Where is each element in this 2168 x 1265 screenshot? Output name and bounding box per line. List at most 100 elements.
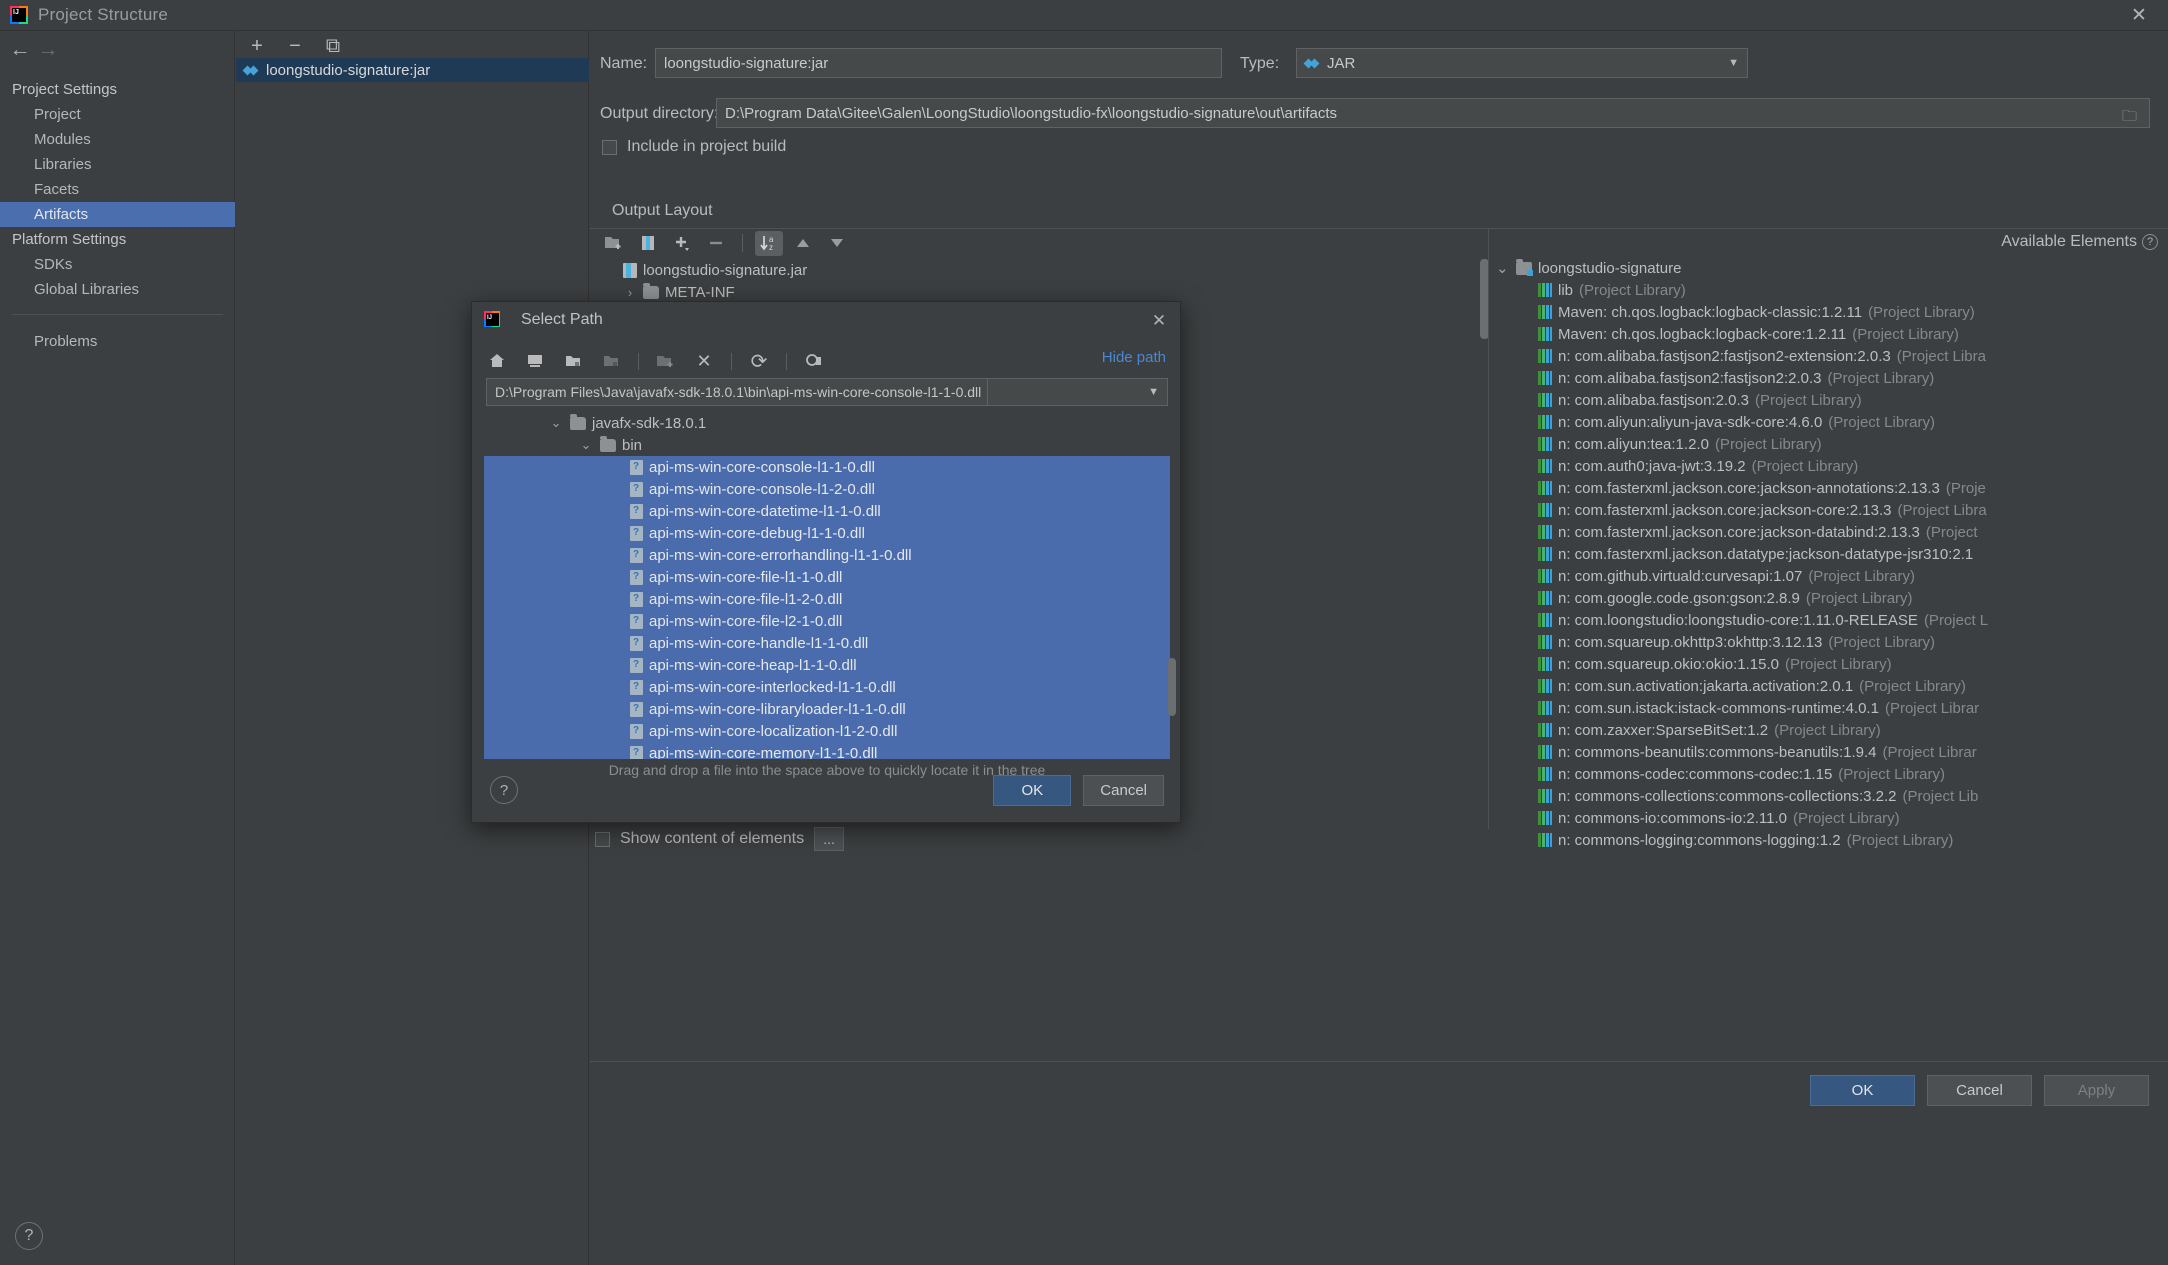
available-element-node[interactable]: n: commons-io:commons-io:2.11.0 (Project… [1490, 807, 2168, 829]
help-icon[interactable]: ? [2142, 234, 2158, 250]
available-element-node[interactable]: n: com.github.virtuald:curvesapi:1.07 (P… [1490, 565, 2168, 587]
browse-folder-icon[interactable]: 🗀 [2122, 106, 2141, 125]
sidebar-item-facets[interactable]: Facets [0, 177, 235, 202]
toolbar-divider [638, 352, 639, 370]
show-content-checkbox[interactable] [595, 831, 610, 847]
available-element-node[interactable]: lib (Project Library) [1490, 279, 2168, 301]
chevron-down-icon[interactable]: ⌄ [578, 437, 594, 453]
available-element-node[interactable]: n: com.alibaba.fastjson2:fastjson2-exten… [1490, 345, 2168, 367]
chevron-down-icon[interactable]: ⌄ [548, 415, 564, 431]
sidebar-item-sdks[interactable]: SDKs [0, 252, 235, 277]
sidebar-item-problems[interactable]: Problems [0, 329, 235, 354]
path-tree-node[interactable]: api-ms-win-core-heap-l1-1-0.dll [484, 654, 1170, 676]
chevron-right-icon[interactable]: › [623, 285, 637, 300]
available-element-node[interactable]: n: commons-logging:commons-logging:1.2 (… [1490, 829, 2168, 849]
move-down-button[interactable] [823, 231, 851, 256]
available-element-node[interactable]: n: commons-collections:commons-collectio… [1490, 785, 2168, 807]
project-folder-icon[interactable] [560, 348, 586, 374]
show-content-options-button[interactable]: ... [814, 827, 845, 851]
available-element-node[interactable]: Maven: ch.qos.logback:logback-core:1.2.1… [1490, 323, 2168, 345]
include-in-build-checkbox[interactable] [602, 139, 617, 155]
move-up-button[interactable] [789, 231, 817, 256]
available-element-node[interactable]: n: commons-codec:commons-codec:1.15 (Pro… [1490, 763, 2168, 785]
output-directory-input[interactable]: D:\Program Data\Gitee\Galen\LoongStudio\… [716, 98, 2150, 128]
available-element-node[interactable]: n: com.sun.istack:istack-commons-runtime… [1490, 697, 2168, 719]
sidebar-item-modules[interactable]: Modules [0, 127, 235, 152]
path-tree-node[interactable]: api-ms-win-core-localization-l1-2-0.dll [484, 720, 1170, 742]
sidebar-item-artifacts[interactable]: Artifacts [0, 202, 235, 227]
path-tree-node[interactable]: api-ms-win-core-file-l1-1-0.dll [484, 566, 1170, 588]
available-element-node[interactable]: n: com.fasterxml.jackson.core:jackson-an… [1490, 477, 2168, 499]
remove-artifact-button[interactable]: − [282, 33, 308, 59]
available-element-node[interactable]: n: com.fasterxml.jackson.core:jackson-co… [1490, 499, 2168, 521]
help-button[interactable]: ? [490, 776, 518, 804]
path-tree-node[interactable]: api-ms-win-core-console-l1-1-0.dll [484, 456, 1170, 478]
cancel-button[interactable]: Cancel [1083, 775, 1164, 806]
forward-arrow-icon[interactable]: → [34, 39, 62, 61]
available-element-node[interactable]: n: com.alibaba.fastjson:2.0.3 (Project L… [1490, 389, 2168, 411]
path-tree-node[interactable]: api-ms-win-core-file-l2-1-0.dll [484, 610, 1170, 632]
available-element-node[interactable]: n: com.squareup.okio:okio:1.15.0 (Projec… [1490, 653, 2168, 675]
close-icon[interactable]: ✕ [1148, 310, 1170, 332]
path-tree-node[interactable]: api-ms-win-core-errorhandling-l1-1-0.dll [484, 544, 1170, 566]
desktop-icon[interactable] [522, 348, 548, 374]
path-tree-node[interactable]: api-ms-win-core-libraryloader-l1-1-0.dll [484, 698, 1170, 720]
type-select[interactable]: JAR ▼ [1296, 48, 1748, 78]
window-close-icon[interactable]: ✕ [2110, 0, 2168, 31]
help-button[interactable]: ? [15, 1222, 43, 1250]
hide-path-link[interactable]: Hide path [1102, 349, 1166, 366]
path-tree-node[interactable]: api-ms-win-core-memory-l1-1-0.dll [484, 742, 1170, 759]
sidebar-item-project[interactable]: Project [0, 102, 235, 127]
available-element-node[interactable]: n: com.zaxxer:SparseBitSet:1.2 (Project … [1490, 719, 2168, 741]
apply-button[interactable]: Apply [2044, 1075, 2149, 1106]
path-tree-scrollbar[interactable] [1168, 658, 1176, 716]
ok-button[interactable]: OK [993, 775, 1072, 806]
path-tree-node[interactable]: ⌄ bin [484, 434, 1170, 456]
path-tree-node[interactable]: api-ms-win-core-handle-l1-1-0.dll [484, 632, 1170, 654]
sidebar-item-global-libraries[interactable]: Global Libraries [0, 277, 235, 302]
sort-alphabetically-button[interactable]: az [755, 230, 783, 256]
available-elements-tree[interactable]: ⌄ loongstudio-signature lib (Project Libra… [1490, 257, 2168, 849]
available-element-node[interactable]: n: com.fasterxml.jackson.core:jackson-da… [1490, 521, 2168, 543]
available-element-node[interactable]: n: com.google.code.gson:gson:2.8.9 (Proj… [1490, 587, 2168, 609]
remove-element-button[interactable] [702, 231, 730, 256]
path-tree-node[interactable]: api-ms-win-core-file-l1-2-0.dll [484, 588, 1170, 610]
available-element-node[interactable]: n: commons-beanutils:commons-beanutils:1… [1490, 741, 2168, 763]
artifact-list-item[interactable]: loongstudio-signature:jar [236, 58, 589, 82]
path-tree-node[interactable]: api-ms-win-core-debug-l1-1-0.dll [484, 522, 1170, 544]
add-artifact-button[interactable]: + [244, 33, 270, 59]
available-element-node[interactable]: n: com.loongstudio:loongstudio-core:1.11… [1490, 609, 2168, 631]
chevron-down-icon[interactable]: ⌄ [1496, 259, 1510, 277]
available-element-node[interactable]: n: com.aliyun:aliyun-java-sdk-core:4.6.0… [1490, 411, 2168, 433]
ok-button[interactable]: OK [1810, 1075, 1915, 1106]
available-element-node[interactable]: Maven: ch.qos.logback:logback-classic:1.… [1490, 301, 2168, 323]
available-element-node[interactable]: ⌄ loongstudio-signature [1490, 257, 2168, 279]
path-combobox[interactable]: D:\Program Files\Java\javafx-sdk-18.0.1\… [486, 378, 1168, 406]
hidden-files-icon[interactable] [801, 348, 827, 374]
back-arrow-icon[interactable]: ← [6, 39, 34, 61]
layout-tree-node[interactable]: › META-INF [595, 281, 1481, 303]
copy-artifact-button[interactable]: ⧉ [320, 33, 346, 59]
available-element-node[interactable]: n: com.squareup.okhttp3:okhttp:3.12.13 (… [1490, 631, 2168, 653]
available-element-node[interactable]: n: com.fasterxml.jackson.datatype:jackso… [1490, 543, 2168, 565]
available-element-node[interactable]: n: com.aliyun:tea:1.2.0 (Project Library… [1490, 433, 2168, 455]
path-tree-node[interactable]: api-ms-win-core-interlocked-l1-1-0.dll [484, 676, 1170, 698]
available-element-node[interactable]: n: com.sun.activation:jakarta.activation… [1490, 675, 2168, 697]
path-tree-node[interactable]: api-ms-win-core-datetime-l1-1-0.dll [484, 500, 1170, 522]
path-tree[interactable]: ⌄ javafx-sdk-18.0.1 ⌄ bin api-ms-win-core-co… [484, 412, 1170, 759]
create-archive-button[interactable] [634, 231, 662, 256]
cancel-button[interactable]: Cancel [1927, 1075, 2032, 1106]
create-directory-button[interactable] [600, 231, 628, 256]
delete-icon[interactable]: ✕ [691, 348, 717, 374]
refresh-icon[interactable]: ⟳ [746, 348, 772, 374]
path-tree-node[interactable]: ⌄ javafx-sdk-18.0.1 [484, 412, 1170, 434]
include-in-build-row[interactable]: Include in project build [602, 138, 786, 156]
layout-tree-node[interactable]: loongstudio-signature.jar [595, 259, 1481, 281]
available-element-node[interactable]: n: com.auth0:java-jwt:3.19.2 (Project Li… [1490, 455, 2168, 477]
available-element-node[interactable]: n: com.alibaba.fastjson2:fastjson2:2.0.3… [1490, 367, 2168, 389]
home-icon[interactable] [484, 348, 510, 374]
sidebar-item-libraries[interactable]: Libraries [0, 152, 235, 177]
path-tree-node[interactable]: api-ms-win-core-console-l1-2-0.dll [484, 478, 1170, 500]
add-copy-button[interactable] [668, 231, 696, 256]
name-input[interactable]: loongstudio-signature:jar [655, 48, 1222, 78]
